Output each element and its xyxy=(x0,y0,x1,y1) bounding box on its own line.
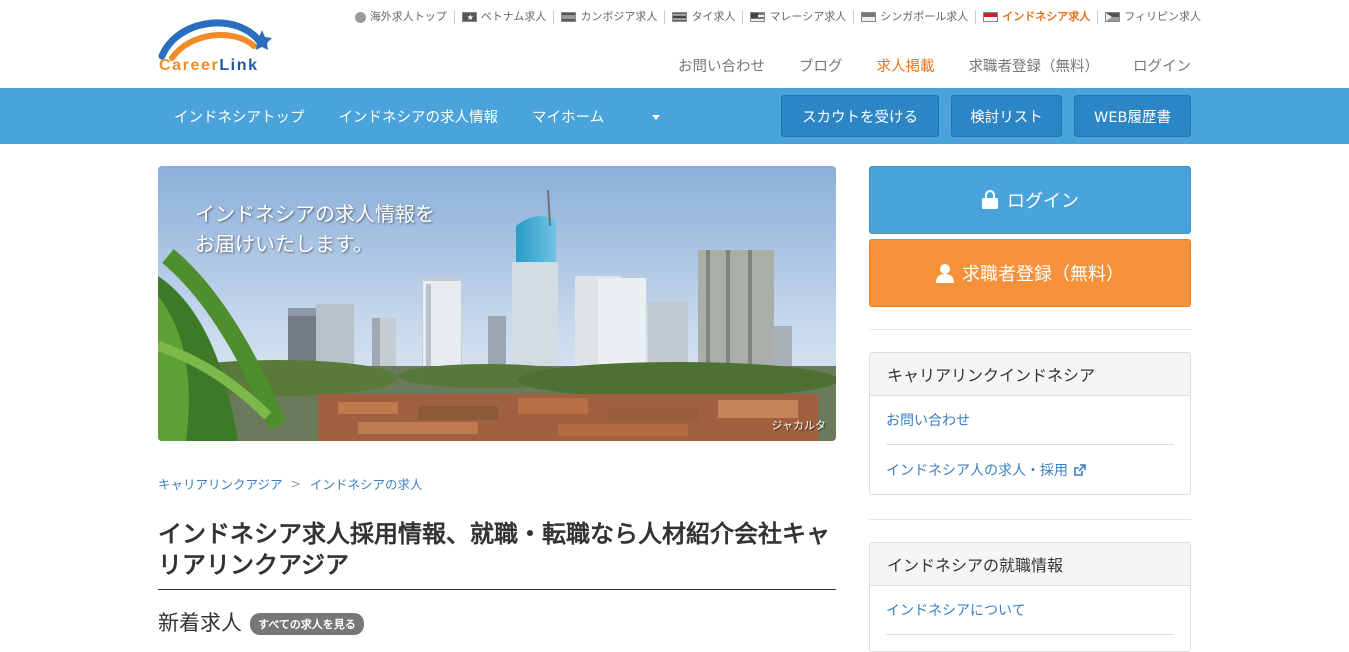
panel-link-label: インドネシアについて xyxy=(886,603,1026,619)
country-link-malaysia[interactable]: マレーシア求人 xyxy=(743,10,855,24)
country-link-philippines[interactable]: フィリピン求人 xyxy=(1098,10,1201,24)
hero-caption-line2: お届けいたします。 xyxy=(195,232,373,256)
nav-myhome-label: マイホーム xyxy=(532,109,605,126)
country-label: マレーシア求人 xyxy=(769,10,847,23)
breadcrumb-current[interactable]: インドネシアの求人 xyxy=(310,474,423,493)
top-nav-blog[interactable]: ブログ xyxy=(799,55,843,76)
lock-icon xyxy=(982,190,998,209)
indonesia-flag-icon xyxy=(983,12,999,22)
country-label: タイ求人 xyxy=(691,10,736,23)
panel-link-label: インドネシア人の求人・採用 xyxy=(886,462,1068,479)
vietnam-flag-icon: ★ xyxy=(461,12,477,22)
hero-banner: インドネシアの求人情報を お届けいたします。 ジャカルタ xyxy=(158,166,836,441)
nav-myhome[interactable]: マイホーム xyxy=(532,106,694,127)
hero-photo-credit: ジャカルタ xyxy=(772,417,826,433)
sidebar-login-button[interactable]: ログイン xyxy=(869,166,1191,234)
hero-caption: インドネシアの求人情報を お届けいたします。 xyxy=(195,199,435,259)
indonesia-employment-panel: インドネシアの就職情報 インドネシアについて xyxy=(869,542,1191,652)
country-link-singapore[interactable]: シンガポール求人 xyxy=(854,10,977,24)
country-label: カンボジア求人 xyxy=(580,10,658,23)
country-label: ベトナム求人 xyxy=(480,10,547,23)
panel-title: インドネシアの就職情報 xyxy=(870,543,1190,586)
country-link-overseas-top[interactable]: 海外求人トップ xyxy=(354,10,455,24)
philippines-flag-icon xyxy=(1105,12,1121,22)
country-switcher: 海外求人トップ ★ ベトナム求人 カンボジア求人 タイ求人 マレーシア求人 シン… xyxy=(354,10,1201,24)
sidebar-divider xyxy=(869,519,1191,520)
top-nav-login[interactable]: ログイン xyxy=(1133,55,1191,76)
top-nav-register[interactable]: 求職者登録（無料） xyxy=(969,55,1100,76)
country-label: シンガポール求人 xyxy=(880,10,969,23)
country-label: インドネシア求人 xyxy=(1002,10,1091,23)
page-title: インドネシア求人採用情報、就職・転職なら人材紹介会社キャリアリンクアジア xyxy=(158,519,836,590)
sidebar-register-button[interactable]: 求職者登録（無料） xyxy=(869,239,1191,307)
country-link-thailand[interactable]: タイ求人 xyxy=(665,10,744,24)
careerlink-logo[interactable]: CareerLink xyxy=(158,12,288,78)
hero-caption-line1: インドネシアの求人情報を xyxy=(195,202,435,226)
scout-button[interactable]: スカウトを受ける xyxy=(781,95,939,137)
breadcrumb-separator-icon: > xyxy=(290,476,301,491)
cambodia-flag-icon xyxy=(561,12,577,22)
panel-title: キャリアリンクインドネシア xyxy=(870,353,1190,396)
careerlink-indonesia-panel: キャリアリンクインドネシア お問い合わせ インドネシア人の求人・採用 xyxy=(869,352,1191,495)
new-jobs-heading: 新着求人 xyxy=(158,611,242,635)
all-jobs-button[interactable]: すべての求人を見る xyxy=(250,613,364,635)
top-nav: お問い合わせ ブログ 求人掲載 求職者登録（無料） ログイン xyxy=(644,55,1191,76)
thailand-flag-icon xyxy=(672,12,688,22)
panel-link-about-indonesia[interactable]: インドネシアについて xyxy=(886,586,1174,635)
top-nav-contact[interactable]: お問い合わせ xyxy=(678,55,765,76)
top-nav-post-job[interactable]: 求人掲載 xyxy=(877,55,935,76)
country-label: 海外求人トップ xyxy=(369,10,447,23)
malaysia-flag-icon xyxy=(750,12,766,22)
sidebar-login-label: ログイン xyxy=(1007,191,1079,212)
logo-text-link: Link xyxy=(219,57,259,74)
panel-link-indonesian-hiring[interactable]: インドネシア人の求人・採用 xyxy=(886,445,1174,494)
sidebar-register-label: 求職者登録（無料） xyxy=(962,264,1124,285)
country-link-cambodia[interactable]: カンボジア求人 xyxy=(554,10,666,24)
new-jobs-header: 新着求人 すべての求人を見る xyxy=(158,607,364,637)
globe-icon xyxy=(354,11,366,23)
panel-link-contact[interactable]: お問い合わせ xyxy=(886,396,1174,445)
nav-indonesia-top[interactable]: インドネシアトップ xyxy=(174,106,305,127)
country-link-vietnam[interactable]: ★ ベトナム求人 xyxy=(455,10,555,24)
logo-arc-icon xyxy=(158,19,272,61)
country-label: フィリピン求人 xyxy=(1124,10,1201,23)
site-header: CareerLink 海外求人トップ ★ ベトナム求人 カンボジア求人 タイ求人… xyxy=(0,0,1349,88)
chevron-down-icon xyxy=(652,115,661,120)
logo-text-career: Career xyxy=(159,57,220,74)
logo-text: CareerLink xyxy=(159,57,259,75)
panel-link-label: お問い合わせ xyxy=(886,413,970,429)
watchlist-button[interactable]: 検討リスト xyxy=(951,95,1062,137)
user-icon xyxy=(936,264,954,283)
external-link-icon xyxy=(1074,463,1086,476)
breadcrumb-home[interactable]: キャリアリンクアジア xyxy=(158,474,283,493)
web-resume-button[interactable]: WEB履歴書 xyxy=(1074,95,1191,137)
singapore-flag-icon xyxy=(861,12,877,22)
hero-credit-label: ジャカルタ xyxy=(771,419,826,432)
country-link-indonesia[interactable]: インドネシア求人 xyxy=(976,10,1099,24)
nav-indonesia-jobs[interactable]: インドネシアの求人情報 xyxy=(339,106,499,127)
breadcrumb: キャリアリンクアジア > インドネシアの求人 xyxy=(158,474,423,493)
sidebar-divider xyxy=(869,329,1191,330)
main-nav: インドネシアトップ インドネシアの求人情報 マイホーム スカウトを受ける 検討リ… xyxy=(0,88,1349,144)
